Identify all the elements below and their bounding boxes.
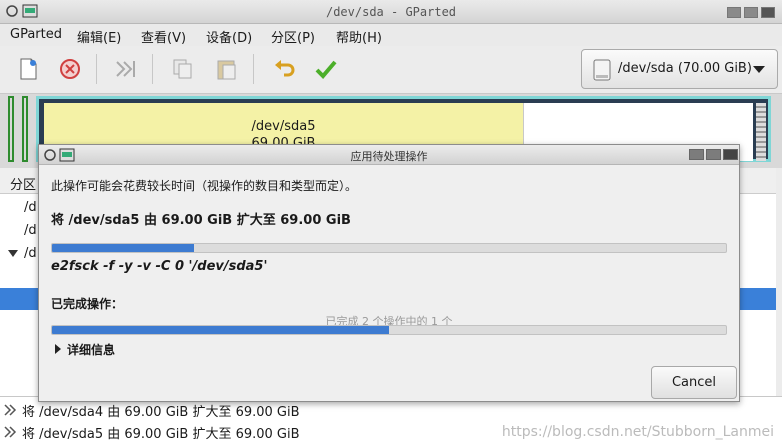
overall-progress-fill — [52, 326, 389, 334]
resize-operation-icon — [4, 404, 22, 420]
new-icon — [20, 58, 37, 80]
overall-progress-bar — [51, 325, 727, 335]
chevron-down-icon — [753, 66, 765, 73]
pending-operation-text: 将 /dev/sda4 由 69.00 GiB 扩大至 69.00 GiB — [22, 405, 300, 420]
window-title: /dev/sda - GParted — [325, 5, 457, 19]
operation-progress-fill — [52, 244, 194, 252]
copy-icon — [173, 59, 192, 79]
resize-operation-icon — [4, 426, 22, 442]
expander-arrow-icon — [55, 344, 61, 354]
current-command: e2fsck -f -y -v -C 0 '/dev/sda5' — [51, 259, 268, 274]
menu-bar: GParted 编辑(E) 查看(V) 设备(D) 分区(P) 帮助(H) — [0, 24, 782, 46]
toolbar-separator — [152, 54, 153, 84]
pending-operation-text: 将 /dev/sda5 由 69.00 GiB 扩大至 69.00 GiB — [22, 427, 300, 442]
toolbar-separator — [253, 54, 254, 84]
copy-button[interactable] — [170, 56, 196, 82]
device-selector-label: /dev/sda (70.00 GiB) — [618, 61, 752, 76]
details-label: 详细信息 — [67, 343, 116, 357]
paste-button[interactable] — [214, 56, 240, 82]
harddisk-icon — [593, 59, 611, 81]
menu-partition[interactable]: 分区(P) — [271, 27, 315, 46]
dialog-minimize-button[interactable] — [689, 149, 704, 160]
device-selector[interactable]: /dev/sda (70.00 GiB) — [581, 49, 778, 89]
dialog-titlebar: 应用待处理操作 — [39, 145, 739, 165]
operation-progress-bar — [51, 243, 727, 253]
pending-operation-item[interactable]: 将 /dev/sda5 由 69.00 GiB 扩大至 69.00 GiB — [4, 423, 300, 442]
resize-move-icon — [116, 61, 135, 77]
apply-operations-dialog: 应用待处理操作 此操作可能会花费较长时间（视操作的数目和类型而定）。 将 /de… — [38, 144, 740, 402]
delete-partition-button[interactable] — [57, 56, 83, 82]
partition-block-unallocated[interactable] — [756, 103, 766, 161]
dialog-title: 应用待处理操作 — [350, 150, 428, 163]
menu-view[interactable]: 查看(V) — [141, 27, 186, 46]
apply-button[interactable] — [313, 56, 339, 82]
current-operation-label: 将 /dev/sda5 由 69.00 GiB 扩大至 69.00 GiB — [51, 213, 351, 228]
menu-edit[interactable]: 编辑(E) — [77, 27, 121, 46]
delete-icon — [60, 59, 80, 79]
window-titlebar: /dev/sda - GParted — [0, 0, 782, 24]
vertical-scrollbar[interactable] — [776, 168, 782, 396]
partition-row[interactable]: /d — [24, 200, 37, 215]
dialog-close-button[interactable] — [723, 149, 738, 160]
resize-move-button[interactable] — [112, 56, 138, 82]
menu-gparted[interactable]: GParted — [10, 27, 62, 42]
paste-icon — [217, 60, 236, 80]
undo-icon — [275, 60, 295, 77]
pending-operation-item[interactable]: 将 /dev/sda4 由 69.00 GiB 扩大至 69.00 GiB — [4, 401, 300, 420]
details-expander[interactable]: 详细信息 — [55, 341, 115, 358]
menu-help[interactable]: 帮助(H) — [336, 27, 382, 46]
new-partition-button[interactable] — [15, 56, 41, 82]
toolbar-separator — [96, 54, 97, 84]
expander-arrow-icon[interactable] — [8, 250, 18, 257]
dialog-description: 此操作可能会花费较长时间（视操作的数目和类型而定）。 — [51, 179, 358, 193]
cancel-button[interactable]: Cancel — [651, 366, 737, 399]
completed-operations-label: 已完成操作： — [51, 297, 124, 311]
watermark: https://blog.csdn.net/Stubborn_Lanmei — [501, 424, 774, 440]
partition-block-name: /dev/sda5 — [251, 119, 316, 134]
close-window-button[interactable] — [761, 7, 775, 18]
partition-block-sda2[interactable] — [22, 96, 28, 162]
maximize-button[interactable] — [744, 7, 758, 18]
undo-button[interactable] — [272, 56, 298, 82]
dialog-maximize-button[interactable] — [706, 149, 721, 160]
partition-row[interactable]: /d — [24, 223, 37, 238]
partition-row[interactable]: /d — [24, 246, 37, 261]
minimize-button[interactable] — [727, 7, 741, 18]
partition-block-sda1[interactable] — [8, 96, 14, 162]
menu-device[interactable]: 设备(D) — [206, 27, 252, 46]
column-header-partition[interactable]: 分区 — [10, 174, 36, 193]
apply-icon — [315, 60, 337, 79]
